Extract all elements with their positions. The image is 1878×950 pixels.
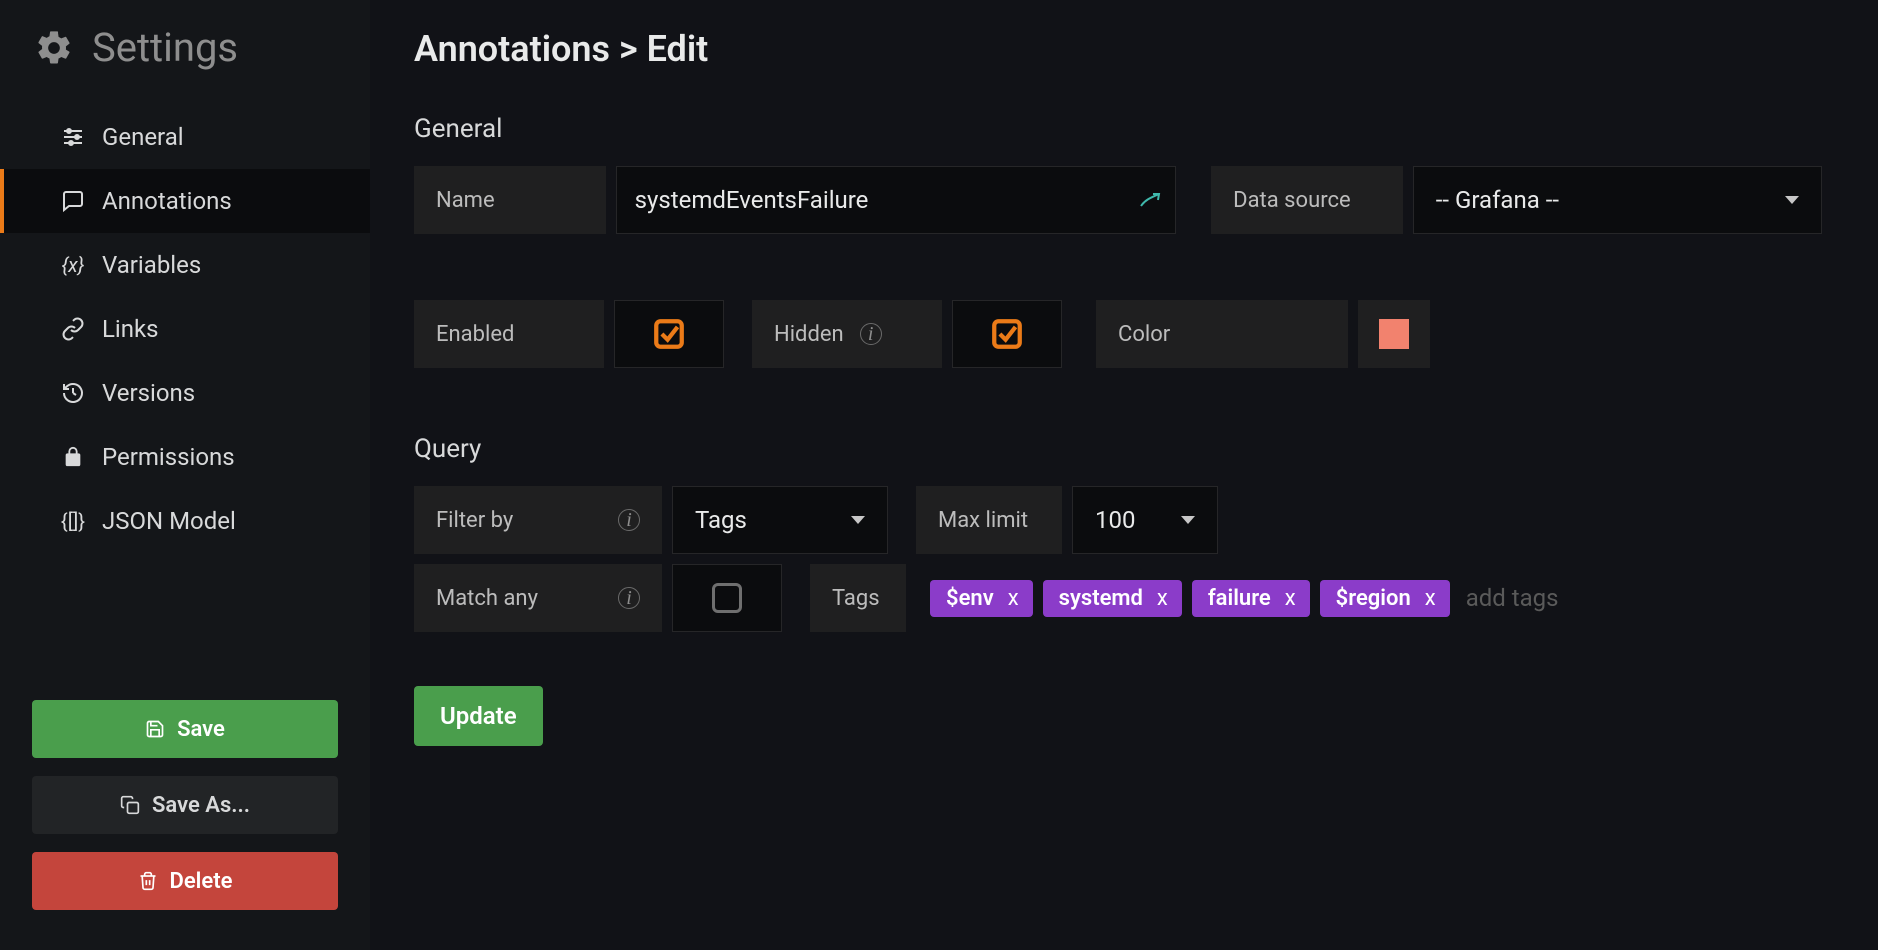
color-label: Color bbox=[1096, 300, 1348, 368]
save-button[interactable]: Save bbox=[32, 700, 338, 758]
comment-icon bbox=[60, 189, 86, 213]
tag-text: $region bbox=[1336, 586, 1411, 611]
section-general-title: General bbox=[414, 114, 1822, 144]
info-icon[interactable]: i bbox=[618, 587, 640, 609]
tag-remove-icon[interactable]: x bbox=[1008, 586, 1019, 611]
tag-chip[interactable]: $env x bbox=[930, 580, 1033, 617]
chevron-down-icon bbox=[1785, 196, 1799, 204]
info-icon[interactable]: i bbox=[618, 509, 640, 531]
button-label: Delete bbox=[170, 869, 233, 894]
sidebar-item-annotations[interactable]: Annotations bbox=[0, 169, 370, 233]
enabled-checkbox[interactable] bbox=[614, 300, 724, 368]
sidebar-item-general[interactable]: General bbox=[0, 105, 370, 169]
match-any-label-text: Match any bbox=[436, 586, 538, 611]
chevron-down-icon bbox=[1181, 516, 1195, 524]
select-value: -- Grafana -- bbox=[1436, 186, 1559, 214]
sidebar-item-label: Annotations bbox=[102, 187, 232, 215]
tag-text: $env bbox=[946, 586, 994, 611]
select-value: Tags bbox=[695, 506, 747, 534]
sidebar-item-label: Versions bbox=[102, 379, 195, 407]
max-limit-label: Max limit bbox=[916, 486, 1062, 554]
max-limit-select[interactable]: 100 bbox=[1072, 486, 1218, 554]
sidebar-item-label: Variables bbox=[102, 251, 201, 279]
grammarly-icon bbox=[1138, 188, 1162, 212]
tags-label: Tags bbox=[810, 564, 906, 632]
save-as-button[interactable]: Save As... bbox=[32, 776, 338, 834]
link-icon bbox=[60, 317, 86, 341]
copy-icon bbox=[120, 795, 140, 815]
sidebar-item-variables[interactable]: {x} Variables bbox=[0, 233, 370, 297]
filter-by-label: Filter by i bbox=[414, 486, 662, 554]
add-tags-placeholder[interactable]: add tags bbox=[1460, 584, 1559, 612]
sidebar-item-permissions[interactable]: Permissions bbox=[0, 425, 370, 489]
button-label: Update bbox=[440, 702, 517, 730]
checkbox-checked-icon bbox=[990, 317, 1024, 351]
enabled-label: Enabled bbox=[414, 300, 604, 368]
tag-remove-icon[interactable]: x bbox=[1425, 586, 1436, 611]
select-value: 100 bbox=[1095, 506, 1135, 534]
checkbox-checked-icon bbox=[652, 317, 686, 351]
tag-text: systemd bbox=[1059, 586, 1143, 611]
tags-input[interactable]: $env x systemd x failure x $region x add… bbox=[916, 564, 1573, 632]
filter-by-label-text: Filter by bbox=[436, 508, 513, 533]
match-any-checkbox[interactable] bbox=[672, 564, 782, 632]
hidden-checkbox[interactable] bbox=[952, 300, 1062, 368]
sidebar-item-label: Links bbox=[102, 315, 159, 343]
sidebar-item-label: General bbox=[102, 123, 184, 151]
hidden-label: Hidden i bbox=[752, 300, 942, 368]
main-content: Annotations > Edit General Name Data sou… bbox=[370, 0, 1878, 950]
update-button[interactable]: Update bbox=[414, 686, 543, 746]
chevron-down-icon bbox=[851, 516, 865, 524]
button-label: Save bbox=[177, 717, 225, 742]
gear-icon bbox=[34, 28, 74, 68]
settings-sidebar: Settings General Annotations {x} Variabl… bbox=[0, 0, 370, 950]
checkbox-empty-icon bbox=[712, 583, 742, 613]
sidebar-nav: General Annotations {x} Variables Links bbox=[0, 95, 370, 553]
sidebar-title: Settings bbox=[92, 24, 238, 71]
hidden-label-text: Hidden bbox=[774, 322, 844, 347]
datasource-select[interactable]: -- Grafana -- bbox=[1413, 166, 1822, 234]
save-icon bbox=[145, 719, 165, 739]
section-query-title: Query bbox=[414, 434, 1822, 464]
name-input[interactable] bbox=[616, 166, 1176, 234]
name-label: Name bbox=[414, 166, 606, 234]
variable-icon: {x} bbox=[60, 253, 86, 277]
sidebar-header: Settings bbox=[0, 0, 370, 95]
sidebar-item-versions[interactable]: Versions bbox=[0, 361, 370, 425]
button-label: Save As... bbox=[152, 793, 250, 818]
sidebar-item-label: JSON Model bbox=[102, 507, 236, 535]
datasource-label: Data source bbox=[1211, 166, 1403, 234]
history-icon bbox=[60, 381, 86, 405]
tag-chip[interactable]: systemd x bbox=[1043, 580, 1182, 617]
sidebar-actions: Save Save As... Delete bbox=[0, 700, 370, 950]
delete-button[interactable]: Delete bbox=[32, 852, 338, 910]
tag-text: failure bbox=[1208, 586, 1271, 611]
sidebar-item-json-model[interactable]: {[]} JSON Model bbox=[0, 489, 370, 553]
sidebar-item-label: Permissions bbox=[102, 443, 235, 471]
tag-remove-icon[interactable]: x bbox=[1285, 586, 1296, 611]
tag-chip[interactable]: failure x bbox=[1192, 580, 1310, 617]
tag-chip[interactable]: $region x bbox=[1320, 580, 1450, 617]
color-swatch bbox=[1379, 319, 1409, 349]
sidebar-item-links[interactable]: Links bbox=[0, 297, 370, 361]
color-picker[interactable] bbox=[1358, 300, 1430, 368]
json-icon: {[]} bbox=[60, 509, 86, 533]
breadcrumb: Annotations > Edit bbox=[414, 28, 1822, 70]
sliders-icon bbox=[60, 125, 86, 149]
lock-icon bbox=[60, 446, 86, 468]
filter-by-select[interactable]: Tags bbox=[672, 486, 888, 554]
info-icon[interactable]: i bbox=[860, 323, 882, 345]
tag-remove-icon[interactable]: x bbox=[1157, 586, 1168, 611]
match-any-label: Match any i bbox=[414, 564, 662, 632]
trash-icon bbox=[138, 871, 158, 891]
